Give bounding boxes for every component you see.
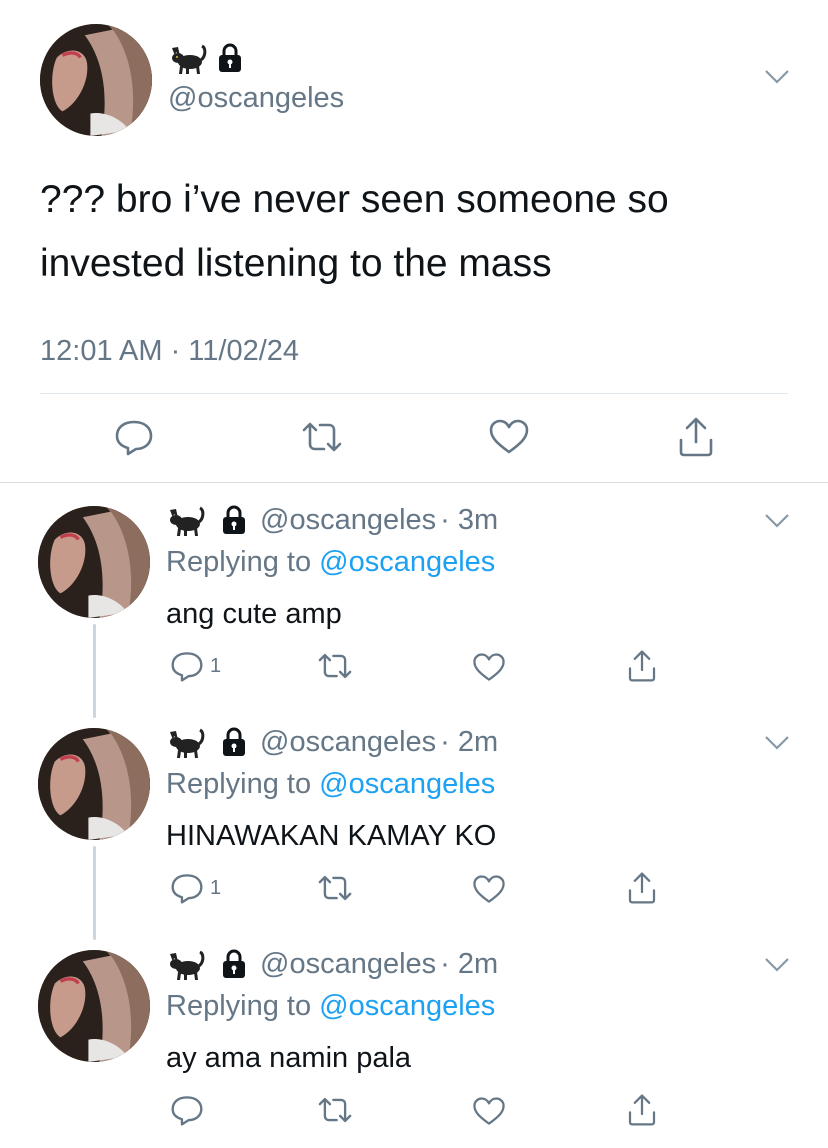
tweet-text: ??? bro i’ve never seen someone so inves…	[40, 168, 669, 296]
replying-to: Replying to @oscangeles	[166, 988, 495, 1024]
reply-time[interactable]: · 2m	[440, 948, 498, 981]
reply-icon	[171, 652, 203, 682]
replying-to-link[interactable]: @oscangeles	[319, 990, 495, 1022]
avatar-image	[38, 728, 150, 840]
replying-to-label: Replying to	[166, 990, 312, 1022]
share-icon	[628, 650, 656, 682]
reply-icon	[171, 874, 203, 904]
reply-handle[interactable]: @oscangeles	[260, 948, 436, 981]
retweet-button[interactable]	[300, 418, 344, 456]
replying-to-link[interactable]: @oscangeles	[319, 546, 495, 578]
like-button[interactable]	[472, 874, 506, 905]
tweet-text-line: invested listening to the mass	[40, 242, 552, 285]
reply-button[interactable]: 1	[170, 650, 221, 682]
lock-icon	[219, 43, 241, 72]
replying-to-label: Replying to	[166, 768, 312, 800]
main-handle[interactable]: @oscangeles	[168, 80, 344, 116]
cat-icon	[170, 728, 205, 758]
reply-time[interactable]: · 3m	[440, 504, 498, 537]
avatar[interactable]	[38, 950, 150, 1062]
tweet-timestamp[interactable]: 12:01 AM · 11/02/24	[40, 334, 299, 368]
share-icon	[628, 872, 656, 904]
reply-icon	[115, 420, 153, 456]
avatar[interactable]	[40, 24, 152, 136]
heart-icon	[489, 419, 529, 454]
reply-text: HINAWAKAN KAMAY KO	[166, 820, 497, 852]
chevron-down-icon[interactable]	[764, 512, 790, 530]
avatar[interactable]	[38, 728, 150, 840]
reply-header: @oscangeles · 2m	[166, 944, 498, 984]
share-icon	[628, 1094, 656, 1126]
thread-line	[93, 846, 96, 940]
heart-icon	[473, 653, 505, 681]
reply-button[interactable]	[170, 1094, 210, 1126]
replying-to-link[interactable]: @oscangeles	[319, 768, 495, 800]
retweet-icon	[318, 1097, 352, 1123]
reply-handle[interactable]: @oscangeles	[260, 504, 436, 537]
share-button[interactable]	[626, 648, 658, 684]
retweet-icon	[318, 653, 352, 679]
reply-count: 1	[210, 876, 222, 899]
lock-icon	[223, 505, 245, 534]
share-button[interactable]	[626, 870, 658, 906]
lock-icon	[223, 727, 245, 756]
retweet-icon	[302, 422, 342, 452]
retweet-button[interactable]	[316, 872, 354, 904]
reply-text: ay ama namin pala	[166, 1042, 412, 1074]
replying-to: Replying to @oscangeles	[166, 766, 495, 802]
retweet-icon	[318, 875, 352, 901]
avatar-image	[38, 950, 150, 1062]
avatar-image	[40, 24, 152, 136]
reply-button[interactable]: 1	[170, 872, 221, 904]
retweet-button[interactable]	[316, 1094, 354, 1126]
replying-to-label: Replying to	[166, 546, 312, 578]
like-button[interactable]	[472, 1096, 506, 1127]
like-button[interactable]	[488, 418, 530, 456]
replying-to: Replying to @oscangeles	[166, 544, 495, 580]
lock-icon	[223, 949, 245, 978]
cat-icon	[170, 950, 205, 980]
cat-icon	[170, 506, 205, 536]
chevron-down-icon[interactable]	[764, 956, 790, 974]
reply-handle[interactable]: @oscangeles	[260, 726, 436, 759]
reply-button[interactable]	[114, 418, 154, 456]
reply-header: @oscangeles · 3m	[166, 500, 498, 540]
reply-count: 1	[210, 654, 222, 677]
tweet-text-line: ??? bro i’ve never seen someone so	[40, 178, 669, 221]
chevron-down-icon[interactable]	[764, 68, 790, 86]
share-button[interactable]	[676, 416, 716, 458]
retweet-button[interactable]	[316, 650, 354, 682]
reply-icon	[171, 1096, 203, 1126]
divider	[40, 393, 788, 394]
cat-icon	[172, 44, 207, 74]
share-icon	[679, 417, 713, 457]
reply-time[interactable]: · 2m	[440, 726, 498, 759]
heart-icon	[473, 1097, 505, 1125]
reply-text: ang cute amp	[166, 598, 342, 630]
chevron-down-icon[interactable]	[764, 734, 790, 752]
reply-header: @oscangeles · 2m	[166, 722, 498, 762]
like-button[interactable]	[472, 652, 506, 683]
display-name	[168, 40, 244, 76]
thread-line	[93, 624, 96, 718]
avatar[interactable]	[38, 506, 150, 618]
section-divider	[0, 482, 828, 483]
avatar-image	[38, 506, 150, 618]
share-button[interactable]	[626, 1092, 658, 1128]
heart-icon	[473, 875, 505, 903]
